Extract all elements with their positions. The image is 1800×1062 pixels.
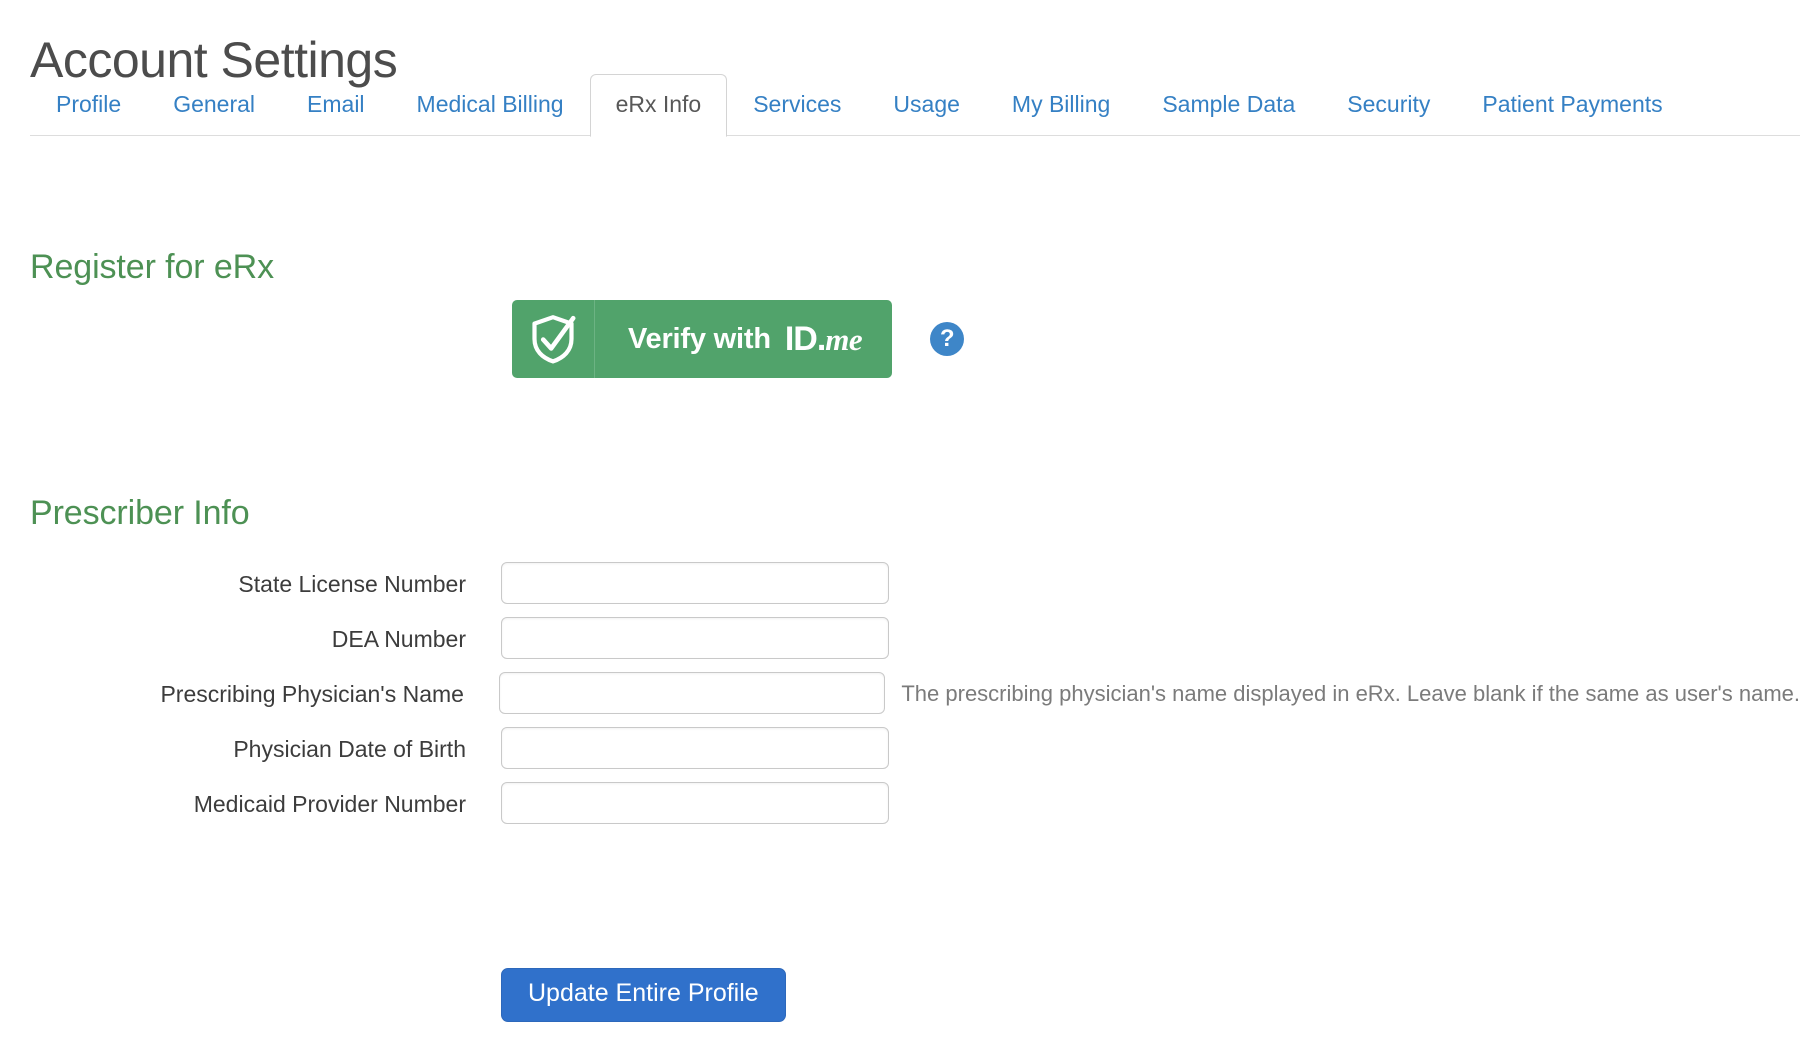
idme-logo: ID . me [784, 319, 863, 359]
register-for-erx-heading: Register for eRx [30, 248, 275, 287]
update-entire-profile-button[interactable]: Update Entire Profile [501, 968, 786, 1022]
prescriber-info-form: State License Number DEA Number Prescribin… [0, 562, 1800, 837]
label-prescribing-physician-s-name: Prescribing Physician's Name [160, 681, 464, 707]
input-state-license-number[interactable] [501, 562, 889, 604]
label-physician-date-of-birth: Physician Date of Birth [233, 736, 466, 762]
input-medicaid-provider-number[interactable] [501, 782, 889, 824]
tab-erx-info[interactable]: eRx Info [589, 73, 728, 137]
idme-logo-me: me [825, 321, 863, 357]
tab-my-billing[interactable]: My Billing [986, 74, 1136, 136]
tab-services[interactable]: Services [727, 74, 867, 136]
label-state-license-number: State License Number [238, 571, 466, 597]
input-dea-number[interactable] [501, 617, 889, 659]
form-row-state-license-number: State License Number [0, 562, 1800, 617]
tab-medical-billing[interactable]: Medical Billing [391, 74, 590, 136]
shield-check-icon [512, 300, 595, 378]
tab-usage[interactable]: Usage [867, 74, 985, 136]
help-text-prescribing-physician-s-name: The prescribing physician's name display… [901, 681, 1800, 706]
input-prescribing-physician-s-name[interactable] [498, 672, 886, 714]
tab-list: Profile General Email Medical Billing eRx In… [30, 70, 1689, 137]
form-row-dea-number: DEA Number [0, 617, 1800, 672]
label-medicaid-provider-number: Medicaid Provider Number [193, 791, 466, 817]
idme-verify-row: Verify with ID . me ? [512, 300, 965, 378]
tab-email[interactable]: Email [281, 74, 391, 136]
input-physician-date-of-birth[interactable] [501, 727, 889, 769]
settings-tab-bar: Profile General Email Medical Billing eRx In… [0, 70, 1800, 137]
form-actions: Update Entire Profile [501, 968, 786, 1022]
account-settings-page: Account Settings Profile General Email Medi… [0, 0, 1800, 1062]
tab-profile[interactable]: Profile [30, 74, 147, 136]
form-row-prescribing-physician-s-name: Prescribing Physician's Name The prescrib… [0, 672, 1800, 727]
form-row-physician-date-of-birth: Physician Date of Birth [0, 727, 1800, 782]
prescriber-info-heading: Prescriber Info [30, 494, 250, 533]
idme-logo-dot: . [816, 319, 827, 358]
tab-sample-data[interactable]: Sample Data [1136, 74, 1321, 136]
form-row-medicaid-provider-number: Medicaid Provider Number [0, 782, 1800, 837]
question-circle-icon[interactable]: ? [930, 322, 965, 356]
idme-logo-id: ID [784, 319, 818, 358]
label-dea-number: DEA Number [331, 626, 466, 652]
tab-patient-payments[interactable]: Patient Payments [1456, 74, 1688, 136]
tab-security[interactable]: Security [1321, 74, 1456, 136]
verify-with-text: Verify with [628, 322, 771, 355]
idme-button-label: Verify with ID . me [595, 300, 892, 378]
verify-with-idme-button[interactable]: Verify with ID . me [512, 300, 893, 378]
tab-general[interactable]: General [147, 74, 281, 136]
